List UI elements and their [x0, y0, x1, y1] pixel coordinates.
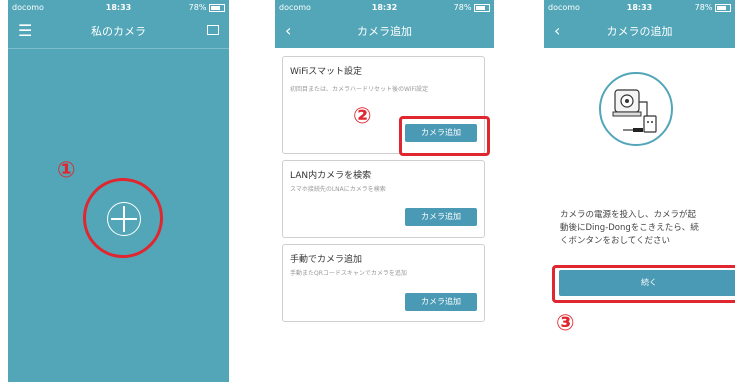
- highlight-rect: [552, 265, 735, 303]
- card-description: スマホ接続先のLNAにカメラを検索: [290, 186, 386, 193]
- page-title: 私のカメラ: [91, 25, 146, 38]
- screen-my-camera: docomo 18:33 78% ☰ 私のカメラ ①: [8, 0, 229, 382]
- card-lan-search: LAN内カメラを検索 スマホ接続先のLNAにカメラを検索 カメラ追加: [282, 160, 485, 238]
- add-camera-button[interactable]: カメラ追加: [405, 208, 477, 226]
- page-title: カメラの追加: [606, 25, 673, 38]
- battery-icon: [209, 3, 225, 12]
- instruction-line: くボンタンをおしてください: [560, 236, 670, 246]
- battery-indicator: 78%: [695, 3, 731, 12]
- page-title: カメラ追加: [357, 25, 412, 38]
- status-bar: docomo 18:33 78%: [8, 0, 229, 16]
- nav-bar: ☰ 私のカメラ: [8, 16, 229, 49]
- card-title: WiFiスマット設定: [290, 67, 362, 77]
- nav-bar: ‹ カメラの追加: [544, 16, 735, 48]
- battery-percent: 78%: [188, 3, 207, 12]
- camera-power-illustration: [599, 72, 673, 146]
- battery-indicator: 78%: [454, 3, 490, 12]
- instruction-line: カメラの電源を投入し、カメラが起: [560, 210, 697, 220]
- screen-add-camera: docomo 18:32 78% ‹ カメラ追加 WiFiスマット設定 初回目ま…: [275, 0, 494, 382]
- step-number: ③: [556, 311, 575, 336]
- battery-indicator: 78%: [189, 3, 225, 12]
- grid-icon[interactable]: [207, 25, 219, 35]
- highlight-circle: [83, 178, 163, 258]
- battery-icon: [474, 3, 490, 12]
- card-title: LAN内カメラを検索: [290, 171, 372, 181]
- add-camera-button[interactable]: カメラ追加: [405, 293, 477, 311]
- step-number: ②: [353, 104, 372, 129]
- battery-percent: 78%: [694, 3, 713, 12]
- card-description: 手動またQRコードスキャンでカメラを追加: [290, 270, 407, 277]
- camera-plug-icon: [612, 89, 657, 133]
- highlight-rect: [399, 116, 490, 156]
- nav-bar: ‹ カメラ追加: [275, 16, 494, 48]
- card-description: 初回目または、カメラハードリセット後のWiFi設定: [290, 86, 429, 93]
- battery-percent: 78%: [453, 3, 472, 12]
- status-bar: docomo 18:33 78%: [544, 0, 735, 16]
- instruction-line: 動後にDing-Dongをこきえたら、続: [560, 223, 699, 233]
- battery-icon: [715, 3, 731, 12]
- screen-camera-add: docomo 18:33 78% ‹ カメラの追加 カメラの電源を投入し、カメラ…: [544, 0, 735, 382]
- step-number: ①: [57, 158, 76, 183]
- instruction-text: カメラの電源を投入し、カメラが起 動後にDing-Dongをこきえたら、続 くボ…: [560, 209, 735, 248]
- card-manual-add: 手動でカメラ追加 手動またQRコードスキャンでカメラを追加 カメラ追加: [282, 244, 485, 322]
- card-title: 手動でカメラ追加: [290, 255, 363, 265]
- status-bar: docomo 18:32 78%: [275, 0, 494, 16]
